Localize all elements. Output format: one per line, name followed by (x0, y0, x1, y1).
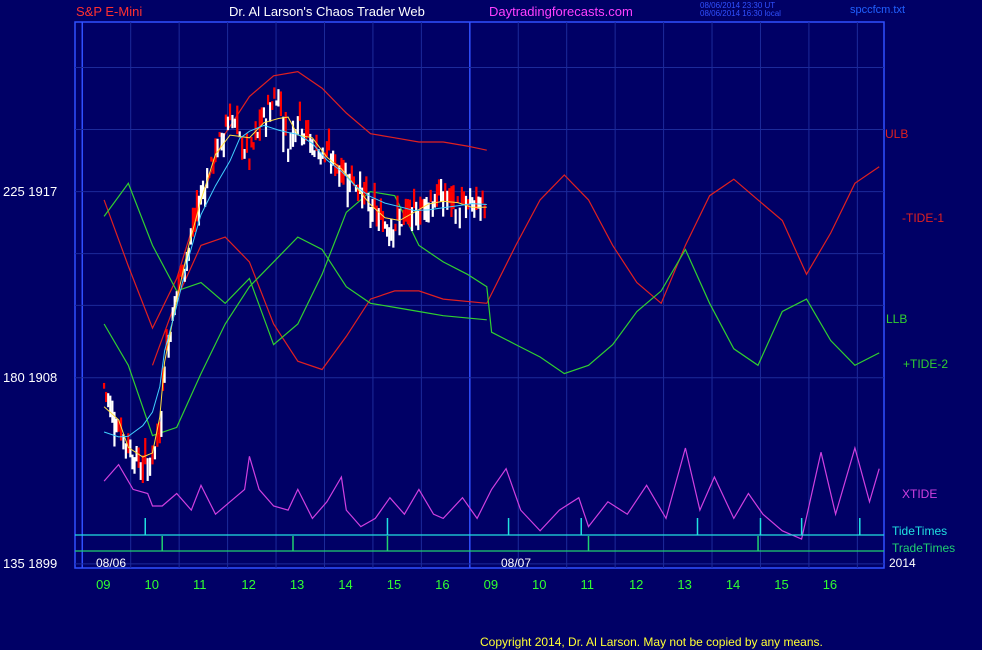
x-tick-label: 10 (144, 577, 159, 592)
x-tick-label: 09 (483, 577, 499, 592)
legend-tidetimes-label: TideTimes (892, 524, 948, 538)
x-tick-label: 14 (338, 577, 353, 592)
x-tick-label: 14 (725, 577, 741, 592)
date-label: 08/06 (96, 556, 127, 570)
legend-tide2-label: +TIDE-2 (903, 357, 949, 371)
legend-llb-label: LLB (886, 312, 908, 326)
x-tick-label: 15 (774, 577, 789, 592)
price-average-slow (103, 124, 487, 438)
date-label: 08/07 (501, 556, 532, 570)
x-tick-label: 11 (192, 577, 207, 592)
x-tick-label: 16 (435, 577, 450, 592)
x-tick-label: 11 (580, 577, 594, 592)
series-llb-line (103, 236, 487, 437)
plot-frame (74, 21, 885, 569)
year-label: 2014 (889, 556, 916, 570)
x-tick-label: 12 (241, 577, 256, 592)
y-tick-label: 135 1899 (3, 555, 58, 571)
series-ulb-line (103, 70, 487, 330)
price-average-fast (103, 116, 487, 458)
x-tick-label: 10 (532, 577, 547, 592)
legend-tide1-label: -TIDE-1 (902, 211, 944, 225)
x-tick-label: 13 (677, 577, 692, 592)
x-tick-label: 12 (628, 577, 644, 592)
x-tick-label: 16 (822, 577, 838, 592)
copyright-notice: Copyright 2014, Dr. Al Larson. May not b… (480, 635, 823, 649)
x-tick-label: 09 (96, 577, 111, 592)
x-tick-label: 15 (386, 577, 402, 592)
legend-tradetimes-label: TradeTimes (892, 541, 956, 555)
y-tick-label: 180 1908 (3, 369, 58, 385)
chart-canvas (74, 21, 885, 569)
series-tide2-line (103, 182, 880, 375)
legend-xtide-label: XTIDE (902, 487, 938, 501)
legend-ulb-label: ULB (885, 127, 909, 141)
y-tick-label: 225 1917 (3, 183, 58, 199)
x-tick-label: 13 (289, 577, 305, 592)
series-xtide-line (103, 445, 880, 540)
